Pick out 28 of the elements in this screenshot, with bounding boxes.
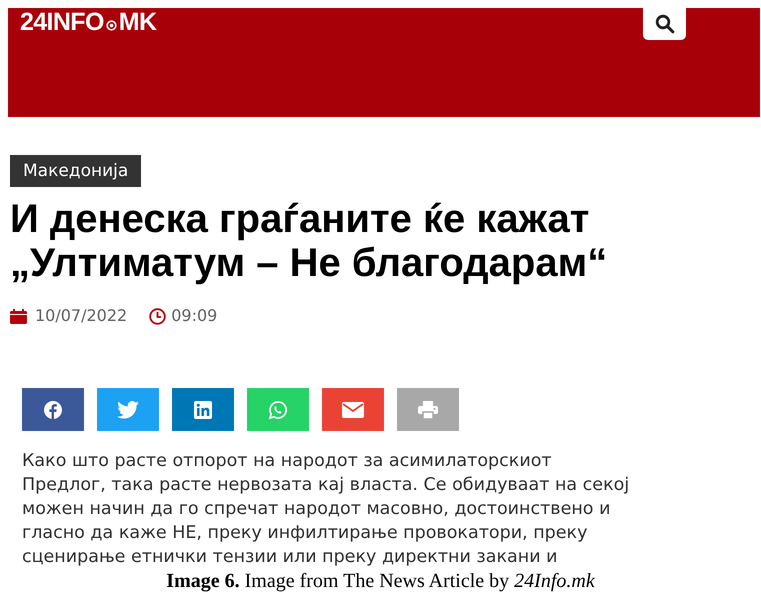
share-button[interactable] xyxy=(322,388,384,431)
bird-icon xyxy=(117,400,139,418)
search-icon xyxy=(654,14,674,34)
post-date: 10/07/2022 xyxy=(35,305,128,327)
logo-text: MK xyxy=(118,9,156,35)
category-tag[interactable]: Македонија xyxy=(10,155,142,187)
share-button[interactable] xyxy=(22,388,84,431)
post-time: 09:09 xyxy=(171,305,218,327)
ring-icon xyxy=(106,20,117,30)
body-text-line: гласно да каже НЕ, преку инфилтирање провокатори, преку xyxy=(22,522,588,545)
logo-text: 24INFO xyxy=(20,9,104,35)
share-button[interactable] xyxy=(97,388,159,431)
body-text-line: сценирање етнички тензии или преку директни закани и xyxy=(22,546,558,567)
search-button[interactable] xyxy=(643,8,686,40)
site-logo[interactable]: 24INFO MK xyxy=(20,9,156,35)
body-text-line: Предлог, така расте нервозата кај власта. Се обидуваат на секој xyxy=(22,474,630,497)
article-title: И денеска граѓаните ќе кажат „Ултиматум – Не благодарам“ xyxy=(10,197,608,285)
share-button[interactable] xyxy=(172,388,234,431)
figure-caption: Image 6. Image from The News Article by 24Info.mk xyxy=(165,569,596,593)
body-text-line: Како што расте отпорот на народот за асимилаторскиот xyxy=(22,450,552,473)
envelope-icon xyxy=(342,402,364,418)
linkedin-icon xyxy=(194,400,212,418)
clock-icon xyxy=(149,308,166,324)
calendar-icon xyxy=(10,308,27,324)
body-text-line: можен начин да го спречат народот масовно, достоинствено и xyxy=(22,498,610,521)
facebook-icon xyxy=(43,400,63,420)
printer-icon xyxy=(418,400,438,418)
phone-bubble-icon xyxy=(268,400,288,420)
